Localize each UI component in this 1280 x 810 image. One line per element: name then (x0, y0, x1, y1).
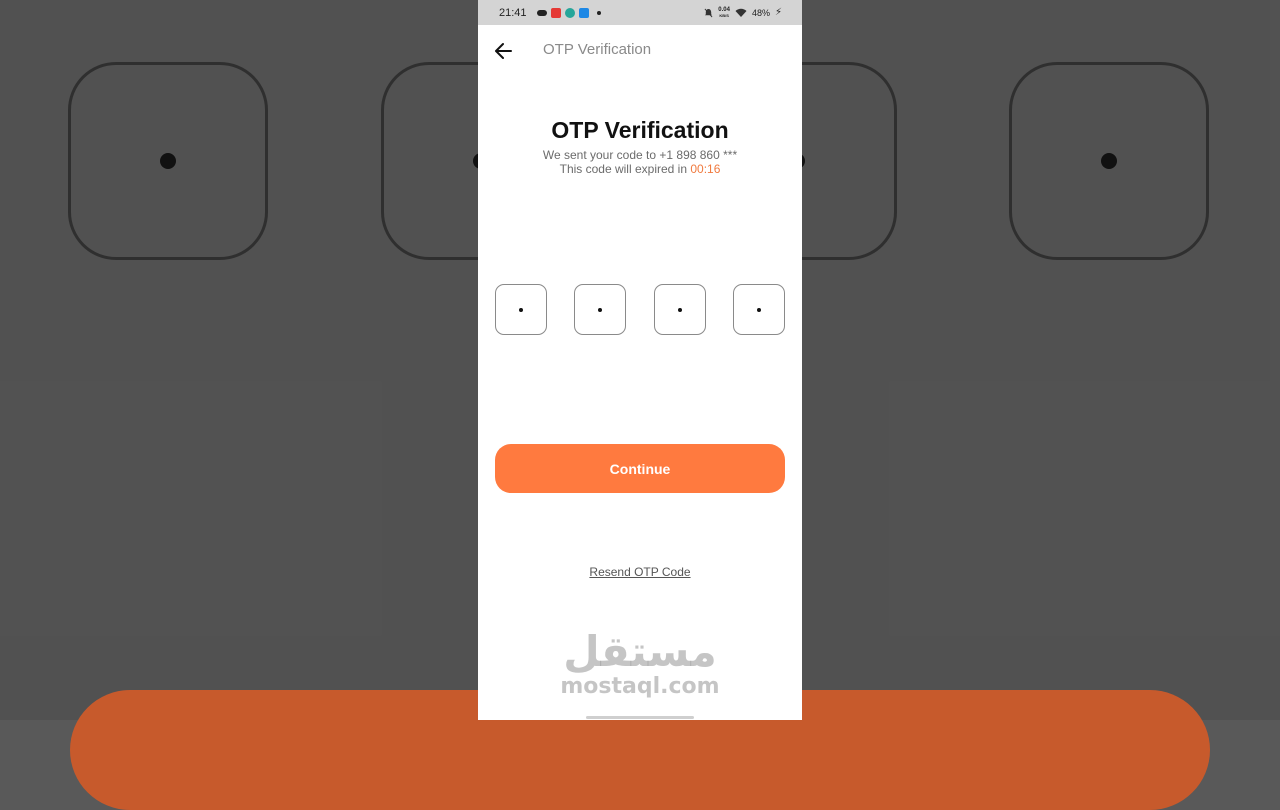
otp-heading: OTP Verification (551, 117, 729, 143)
watermark-latin: mostaql.com (560, 674, 720, 699)
empty-digit-dot (677, 307, 682, 312)
otp-digit-4[interactable] (732, 284, 785, 335)
resend-otp-link[interactable]: Resend OTP Code (478, 565, 802, 579)
status-bar: 21:41 0.04 KB/S 48% ⚡ (478, 0, 802, 25)
watermark-arabic: مستقل (563, 627, 717, 676)
app-bar: OTP Verification (478, 25, 802, 75)
charging-icon: ⚡ (774, 7, 782, 18)
arrow-left-icon[interactable] (492, 39, 516, 63)
mute-bell-icon (704, 8, 713, 17)
otp-digit-2[interactable] (574, 284, 627, 335)
empty-digit-dot (756, 307, 761, 312)
expire-line: This code will expired in 00:16 (478, 162, 802, 176)
status-time: 21:41 (499, 6, 527, 19)
empty-digit-dot (519, 307, 523, 312)
countdown-timer: 00:16 (690, 162, 721, 176)
chat-icon (564, 7, 575, 18)
sent-code-text: We sent your code to +1 898 860 *** (542, 148, 738, 162)
battery-level: 48% (751, 7, 770, 18)
notification-icons (536, 7, 601, 18)
more-notifications-icon (596, 10, 601, 15)
cloud-icon (536, 9, 547, 16)
empty-digit-dot (598, 307, 603, 312)
home-indicator[interactable] (586, 716, 694, 719)
watermark: مستقل mostaql.com (478, 628, 802, 698)
network-speed: 0.04 KB/S (718, 6, 730, 18)
otp-digit-3[interactable] (653, 284, 706, 335)
background-otp-box (1009, 62, 1209, 260)
wifi-icon (735, 8, 747, 17)
youtube-icon (550, 7, 561, 18)
phone-screen: 21:41 0.04 KB/S 48% ⚡ OTP Verification O… (478, 0, 802, 720)
otp-input-group (495, 284, 785, 335)
expire-text: This code will expired in (559, 162, 687, 176)
continue-button[interactable]: Continue (495, 444, 785, 493)
background-otp-box (68, 62, 268, 260)
messenger-icon (578, 7, 589, 18)
otp-digit-1[interactable] (495, 284, 547, 335)
status-right: 0.04 KB/S 48% ⚡ (704, 7, 782, 19)
page-title: OTP Verification (543, 41, 652, 58)
